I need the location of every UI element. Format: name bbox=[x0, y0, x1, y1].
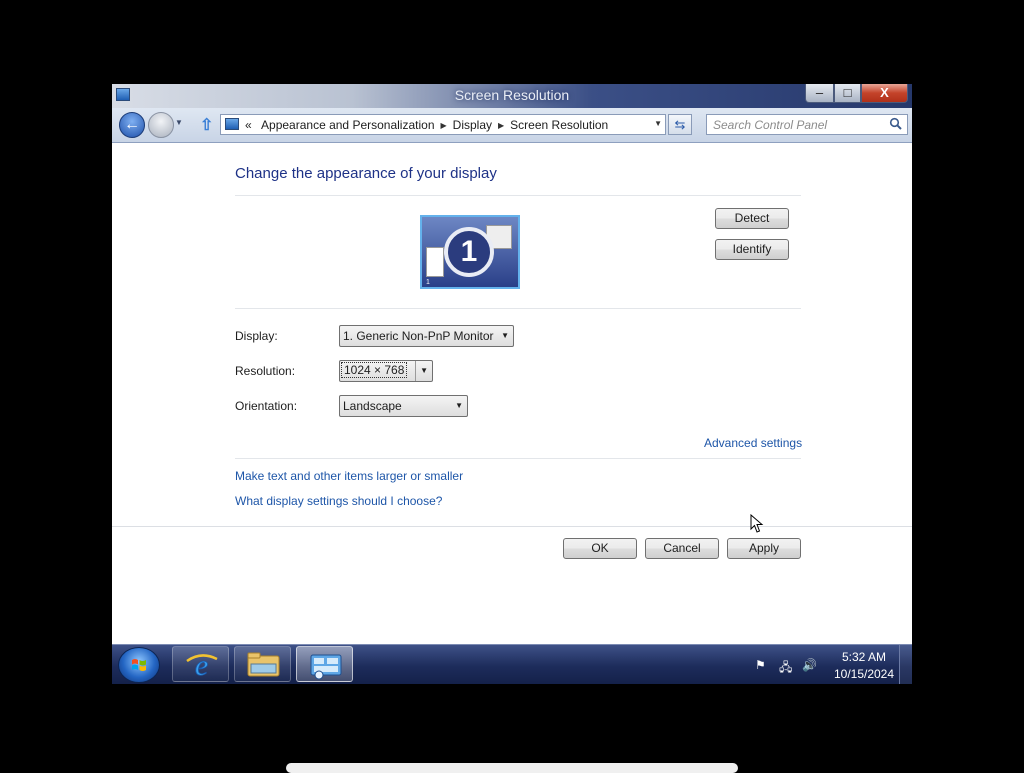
show-desktop-button[interactable] bbox=[899, 645, 912, 684]
display-label: Display: bbox=[235, 329, 278, 343]
resolution-label: Resolution: bbox=[235, 364, 296, 378]
apply-button[interactable]: Apply bbox=[727, 538, 801, 559]
up-level-icon[interactable]: ⇧ bbox=[200, 115, 213, 135]
chevron-down-icon: ▼ bbox=[455, 401, 463, 410]
taskbar-internet-explorer[interactable]: e bbox=[172, 646, 229, 682]
control-panel-icon bbox=[310, 654, 342, 680]
taskbar-windows-explorer[interactable] bbox=[234, 646, 291, 682]
page-title: Change the appearance of your display bbox=[235, 165, 497, 182]
resolution-value: 1024 × 768 bbox=[340, 362, 408, 378]
resolution-select[interactable]: 1024 × 768 ▼ bbox=[339, 360, 433, 382]
chevron-down-icon: ▼ bbox=[501, 331, 509, 340]
orientation-label: Orientation: bbox=[235, 399, 298, 413]
breadcrumb-arrow-icon[interactable]: ▶ bbox=[441, 121, 447, 130]
windows-logo-icon bbox=[132, 659, 146, 671]
display-settings-help-link[interactable]: What display settings should I choose? bbox=[235, 494, 442, 508]
internet-explorer-icon: e bbox=[186, 649, 218, 682]
clock-time[interactable]: 5:32 AM bbox=[824, 650, 904, 664]
orientation-select[interactable]: Landscape ▼ bbox=[339, 395, 468, 417]
text-size-link[interactable]: Make text and other items larger or smal… bbox=[235, 469, 463, 483]
taskbar: e ⚑ 🖧 🔊 5:32 AM 10/15/2024 bbox=[112, 644, 912, 684]
display-value: 1. Generic Non-PnP Monitor bbox=[343, 329, 494, 343]
maximize-button[interactable]: □ bbox=[834, 84, 861, 103]
start-button[interactable] bbox=[118, 647, 160, 683]
divider bbox=[235, 195, 801, 196]
divider bbox=[112, 526, 912, 527]
preview-document-icon bbox=[426, 247, 444, 277]
mouse-cursor-icon bbox=[750, 514, 764, 533]
clock-date[interactable]: 10/15/2024 bbox=[824, 667, 904, 681]
breadcrumb-overflow[interactable]: « bbox=[245, 118, 252, 132]
breadcrumb-screen-resolution[interactable]: Screen Resolution bbox=[510, 118, 608, 132]
address-bar[interactable]: « Appearance and Personalization ▶ Display… bbox=[220, 114, 666, 135]
address-dropdown-icon[interactable]: ▼ bbox=[654, 119, 662, 128]
breadcrumb-appearance[interactable]: Appearance and Personalization bbox=[261, 118, 434, 132]
search-input[interactable]: Search Control Panel bbox=[706, 114, 908, 135]
content-area: Change the appearance of your display 1 … bbox=[112, 143, 912, 644]
monitor-preview[interactable]: 1 1 bbox=[420, 215, 520, 289]
monitor-number-badge: 1 bbox=[444, 227, 494, 277]
breadcrumb: « Appearance and Personalization ▶ Display… bbox=[245, 118, 608, 132]
back-arrow-icon: ← bbox=[124, 116, 140, 133]
cancel-button[interactable]: Cancel bbox=[645, 538, 719, 559]
video-progress-bar bbox=[286, 763, 738, 773]
search-icon[interactable] bbox=[889, 117, 903, 131]
monitor-small-label: 1 bbox=[426, 279, 430, 286]
action-center-flag-icon[interactable]: ⚑ bbox=[755, 658, 766, 672]
advanced-settings-link[interactable]: Advanced settings bbox=[704, 436, 802, 450]
breadcrumb-arrow-icon[interactable]: ▶ bbox=[498, 121, 504, 130]
divider bbox=[235, 308, 801, 309]
search-placeholder: Search Control Panel bbox=[713, 118, 828, 132]
network-icon[interactable]: 🖧 bbox=[779, 658, 792, 679]
close-button[interactable]: X bbox=[861, 84, 908, 103]
refresh-icon[interactable]: ⇆ bbox=[668, 114, 692, 135]
window-title: Screen Resolution bbox=[454, 87, 570, 103]
navigation-bar: ← ▼ ⇧ « Appearance and Personalization ▶ D… bbox=[112, 108, 912, 143]
system-tray: ⚑ 🖧 🔊 5:32 AM 10/15/2024 bbox=[752, 645, 912, 684]
control-panel-icon bbox=[225, 118, 239, 130]
svg-text:e: e bbox=[195, 649, 208, 682]
chevron-down-icon: ▼ bbox=[420, 366, 428, 375]
detect-button[interactable]: Detect bbox=[715, 208, 789, 229]
breadcrumb-display[interactable]: Display bbox=[453, 118, 492, 132]
folder-icon bbox=[247, 652, 280, 677]
volume-icon[interactable]: 🔊 bbox=[802, 658, 817, 672]
divider bbox=[235, 458, 801, 459]
window-titlebar[interactable]: Screen Resolution – □ X bbox=[112, 84, 912, 108]
taskbar-display-control-panel[interactable] bbox=[296, 646, 353, 682]
ok-button[interactable]: OK bbox=[563, 538, 637, 559]
recent-pages-dropdown-icon[interactable]: ▼ bbox=[175, 118, 183, 127]
orientation-value: Landscape bbox=[343, 399, 402, 413]
minimize-button[interactable]: – bbox=[805, 84, 834, 103]
display-select[interactable]: 1. Generic Non-PnP Monitor ▼ bbox=[339, 325, 514, 347]
desktop-screen: Screen Resolution – □ X ← ▼ ⇧ « Appearan… bbox=[112, 84, 912, 684]
back-button[interactable]: ← bbox=[119, 112, 145, 138]
identify-button[interactable]: Identify bbox=[715, 239, 789, 260]
forward-button[interactable] bbox=[148, 112, 174, 138]
